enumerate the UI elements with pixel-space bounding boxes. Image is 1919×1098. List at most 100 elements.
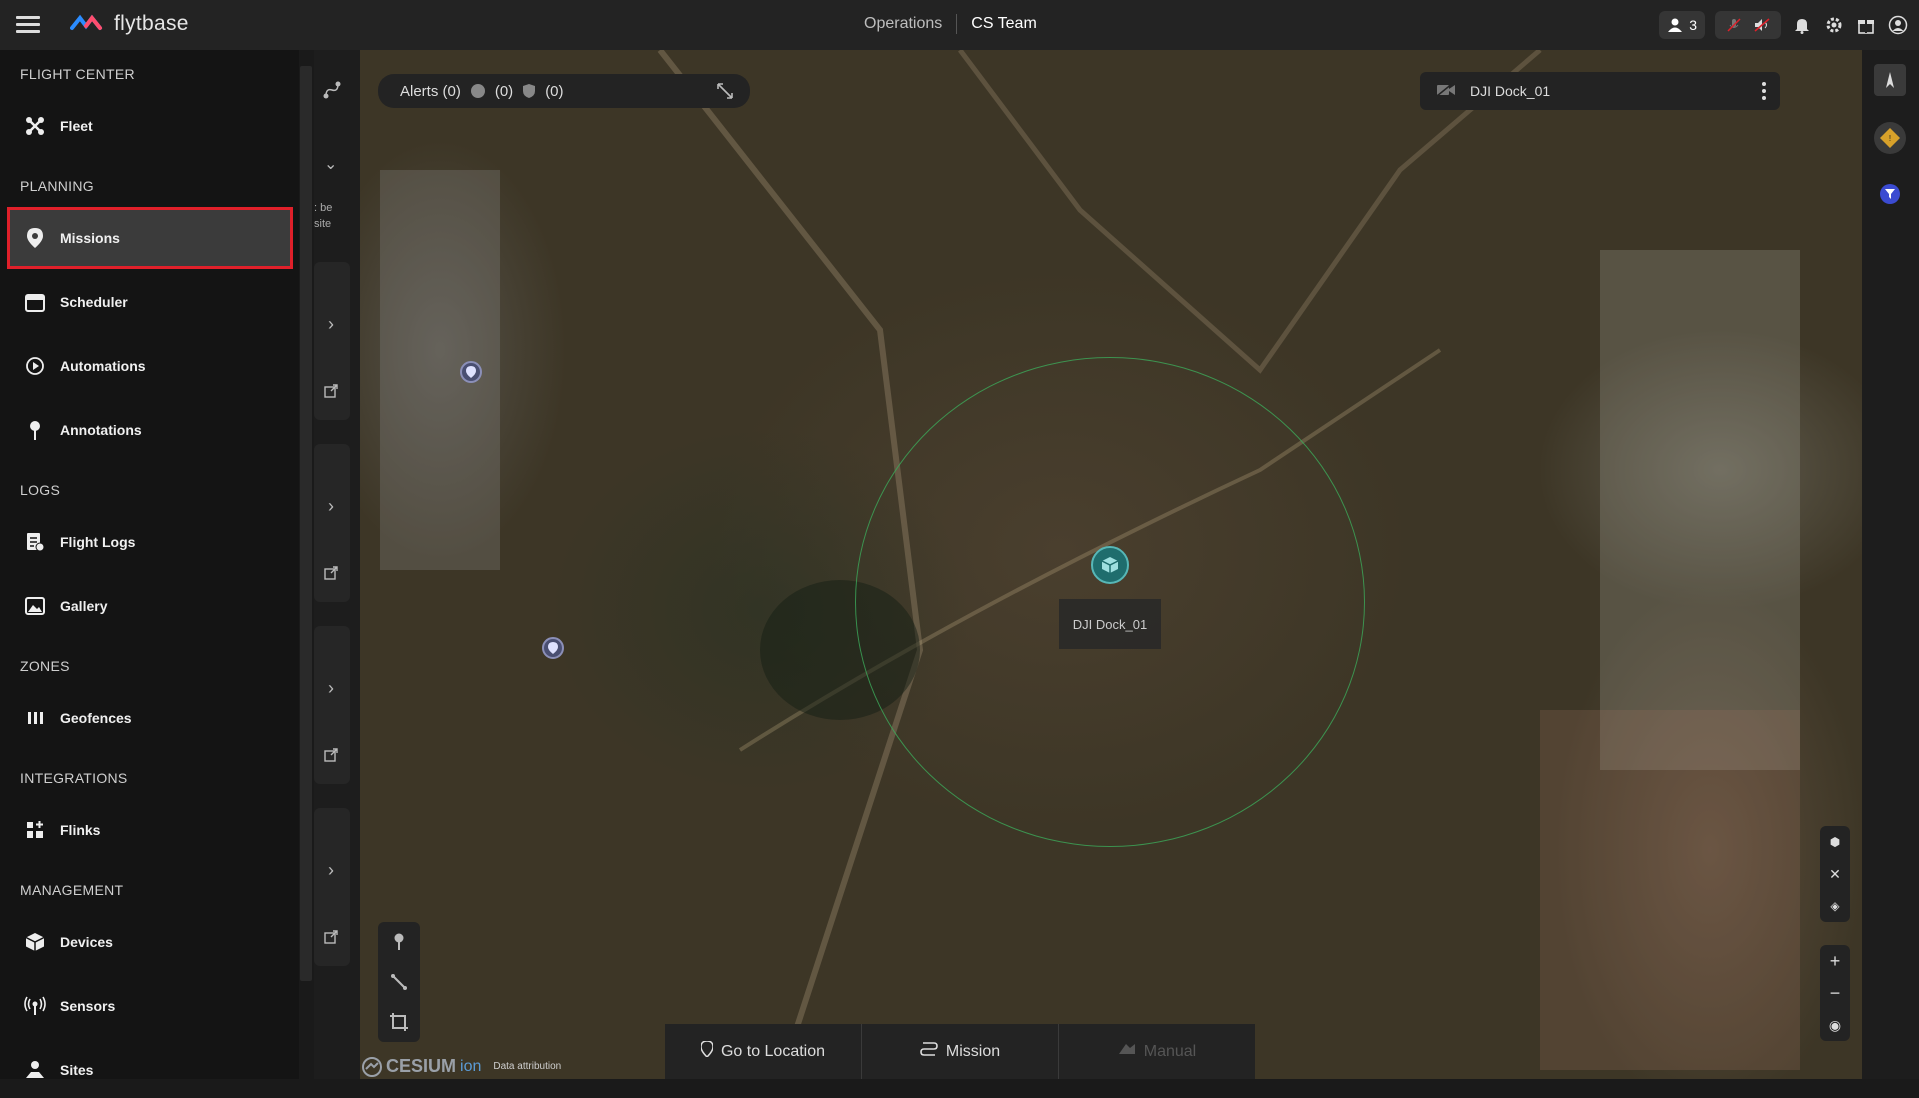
route-icon[interactable] <box>322 80 342 105</box>
more-vert-icon[interactable] <box>1762 82 1766 103</box>
site-icon <box>24 1059 46 1081</box>
sidebar-item-label: Gallery <box>60 598 108 614</box>
polygon-tool-icon[interactable] <box>378 1002 420 1042</box>
mission-label: Mission <box>945 1042 1001 1060</box>
sidebar-item-geofences[interactable]: Geofences <box>10 690 290 746</box>
chevron-down-icon[interactable]: ⌄ <box>324 154 337 174</box>
chevron-right-icon[interactable]: › <box>328 678 334 699</box>
external-link-icon[interactable] <box>324 748 338 767</box>
top-bar: flytbase Operations CS Team 3 <box>0 0 1919 50</box>
sidebar-scrollbar[interactable] <box>299 66 313 981</box>
video-off-icon[interactable] <box>1436 81 1456 100</box>
automation-icon <box>24 355 46 377</box>
map-pin-icon <box>24 227 46 249</box>
map-view-controls: ⬢ ✕ ◈ <box>1820 826 1850 922</box>
sidebar-item-flight-logs[interactable]: Flight Logs <box>10 514 290 570</box>
panel-snippet: : be site <box>314 200 332 232</box>
cesium-ion: ion <box>460 1057 482 1075</box>
sidebar-item-label: Annotations <box>60 422 142 438</box>
sidebar-item-sensors[interactable]: Sensors <box>10 978 290 1034</box>
section-title-integrations: INTEGRATIONS <box>20 770 128 786</box>
alerts-label: Alerts (0) <box>400 82 461 100</box>
image-icon <box>24 595 46 617</box>
sidebar-item-label: Fleet <box>60 118 93 134</box>
mission-pin-icon[interactable] <box>542 637 564 659</box>
bell-icon[interactable] <box>1791 14 1813 36</box>
sidebar-item-fleet[interactable]: Fleet <box>10 98 290 154</box>
sidebar-item-gallery[interactable]: Gallery <box>10 578 290 634</box>
zoom-out-icon[interactable]: − <box>1820 977 1850 1009</box>
users-icon <box>1668 18 1683 32</box>
filter-icon[interactable] <box>1880 184 1900 204</box>
mission-pin-icon[interactable] <box>460 361 482 383</box>
speaker-muted-icon[interactable] <box>1751 14 1773 36</box>
sidebar: FLIGHT CENTER Fleet PLANNING Missions Sc… <box>0 50 299 1079</box>
list-card[interactable]: › <box>314 444 350 602</box>
external-link-icon[interactable] <box>324 566 338 585</box>
dock-map-label: DJI Dock_01 <box>1059 599 1161 649</box>
3d-cube-icon[interactable]: ⬢ <box>1820 826 1850 858</box>
logo-mark-icon <box>70 14 102 30</box>
locate-icon[interactable]: ◈ <box>1820 890 1850 922</box>
line-tool-icon[interactable] <box>378 962 420 1002</box>
section-title-zones: ZONES <box>20 658 70 674</box>
sidebar-item-scheduler[interactable]: Scheduler <box>10 274 290 330</box>
team-selector[interactable]: CS Team <box>971 15 1037 33</box>
list-card[interactable]: › <box>314 626 350 784</box>
section-title-logs: LOGS <box>20 482 61 498</box>
top-right-actions: 3 <box>1659 11 1909 39</box>
sidebar-item-missions[interactable]: Missions <box>7 207 293 269</box>
manual-label: Manual <box>1143 1042 1197 1060</box>
annotation-pin-icon <box>24 419 46 441</box>
cesium-brand: CESIUM <box>386 1056 457 1076</box>
expand-icon[interactable] <box>716 82 734 104</box>
sidebar-item-automations[interactable]: Automations <box>10 338 290 394</box>
svg-text:!: ! <box>1889 134 1891 143</box>
alert-count-a: (0) <box>494 82 514 100</box>
warning-sign-icon[interactable]: ! <box>1874 122 1906 154</box>
chevron-right-icon[interactable]: › <box>328 496 334 517</box>
zoom-in-icon[interactable]: + <box>1820 945 1850 977</box>
joystick-icon <box>1118 1042 1136 1061</box>
menu-icon[interactable] <box>16 16 40 34</box>
go-to-location-button[interactable]: Go to Location <box>665 1024 862 1079</box>
drone-icon <box>24 115 46 137</box>
users-count: 3 <box>1689 17 1697 33</box>
dock-marker-icon[interactable] <box>1091 546 1129 584</box>
mic-muted-icon[interactable] <box>1723 14 1745 36</box>
calendar-icon <box>24 291 46 313</box>
chevron-right-icon[interactable]: › <box>328 860 334 881</box>
user-account-icon[interactable] <box>1887 14 1909 36</box>
sidebar-item-annotations[interactable]: Annotations <box>10 402 290 458</box>
section-title-planning: PLANNING <box>20 178 94 194</box>
mission-button[interactable]: Mission <box>862 1024 1059 1079</box>
external-link-icon[interactable] <box>324 930 338 949</box>
list-card[interactable]: › <box>314 262 350 420</box>
operations-link[interactable]: Operations <box>864 15 942 33</box>
device-feed-bar[interactable]: DJI Dock_01 <box>1420 72 1780 110</box>
gear-icon[interactable] <box>1823 14 1845 36</box>
compass-toggle-icon[interactable] <box>1874 64 1906 96</box>
close-icon[interactable]: ✕ <box>1820 858 1850 890</box>
cube-icon <box>24 931 46 953</box>
data-attribution-link[interactable]: Data attribution <box>493 1061 561 1072</box>
pin-tool-icon[interactable] <box>378 922 420 962</box>
sidebar-item-flinks[interactable]: Flinks <box>10 802 290 858</box>
sidebar-item-label: Sensors <box>60 998 116 1014</box>
chevron-right-icon[interactable]: › <box>328 314 334 335</box>
sidebar-item-sites[interactable]: Sites <box>10 1042 290 1098</box>
antenna-icon <box>24 995 46 1017</box>
go-to-location-label: Go to Location <box>720 1042 826 1060</box>
layers-icon[interactable]: ◉ <box>1820 1009 1850 1041</box>
section-title-flight-center: FLIGHT CENTER <box>20 66 135 82</box>
alerts-bar[interactable]: Alerts (0) (0) (0) <box>378 74 750 108</box>
list-card[interactable]: › <box>314 808 350 966</box>
sidebar-item-label: Missions <box>60 230 120 246</box>
sidebar-item-devices[interactable]: Devices <box>10 914 290 970</box>
map-attribution[interactable]: CESIUM ion Data attribution <box>362 1056 561 1077</box>
manual-button[interactable]: Manual <box>1059 1024 1255 1079</box>
external-link-icon[interactable] <box>324 384 338 403</box>
gift-icon[interactable] <box>1855 14 1877 36</box>
users-online-button[interactable]: 3 <box>1659 11 1705 39</box>
snippet-text: site <box>314 218 332 230</box>
